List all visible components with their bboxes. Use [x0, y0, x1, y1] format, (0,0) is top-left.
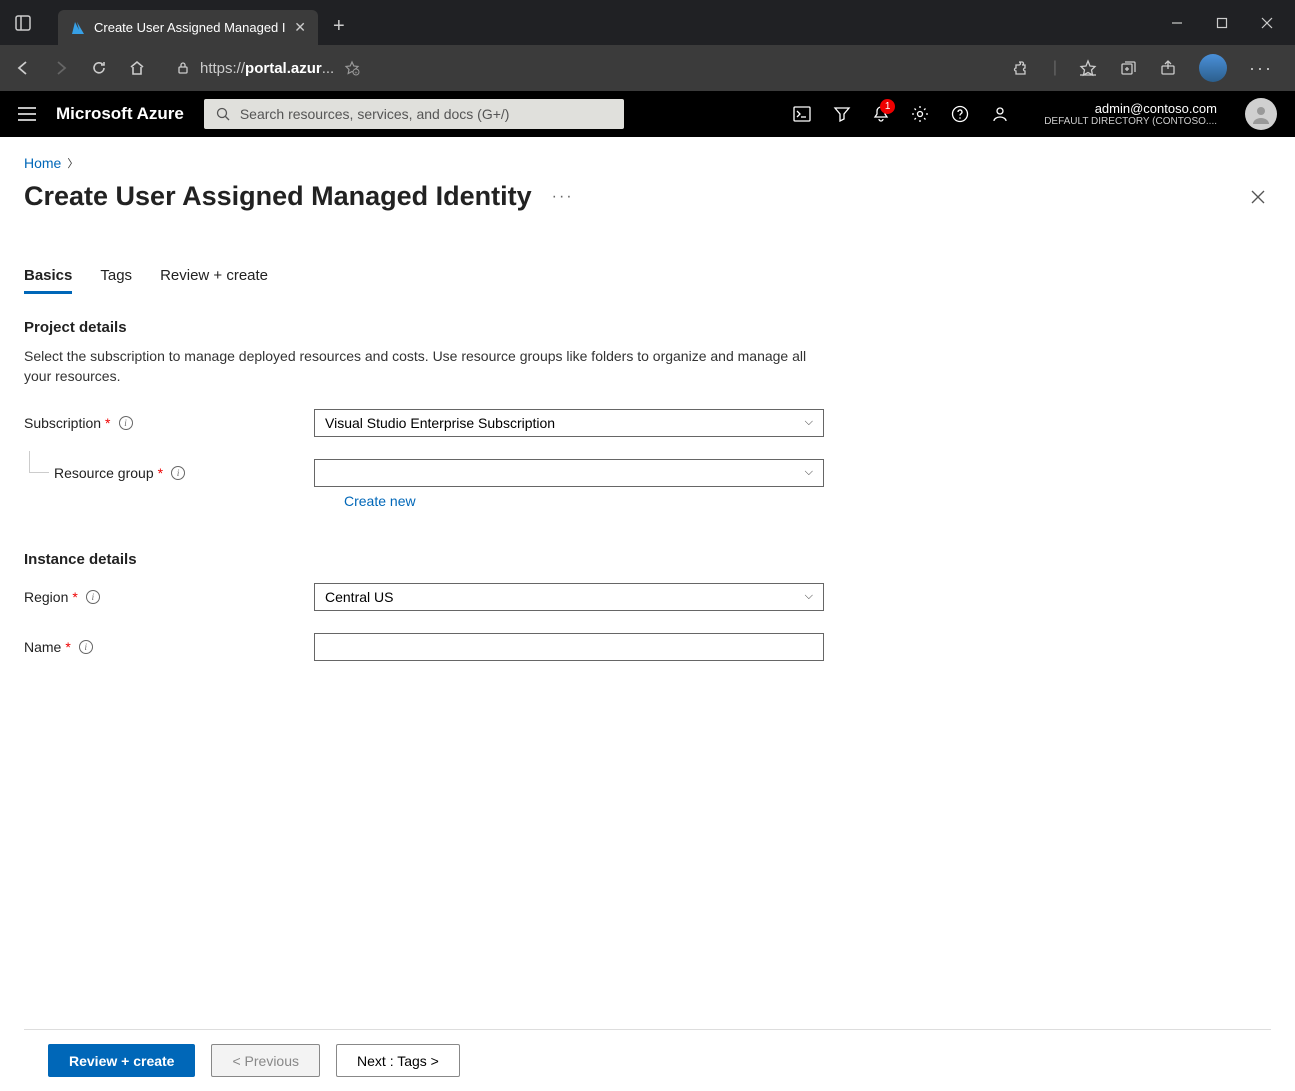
- section-instance-details: Instance details Region * i Central US ⌵…: [24, 551, 834, 661]
- home-button[interactable]: [128, 59, 146, 77]
- button-next[interactable]: Next : Tags >: [336, 1044, 460, 1077]
- project-details-description: Select the subscription to manage deploy…: [24, 346, 834, 387]
- row-name: Name * i: [24, 633, 834, 661]
- new-tab-button[interactable]: +: [333, 15, 345, 38]
- select-region[interactable]: Central US ⌵: [314, 583, 824, 611]
- lock-icon: [176, 61, 190, 75]
- chevron-down-icon: ⌵: [805, 590, 813, 603]
- footer: Review + create < Previous Next : Tags >: [24, 1029, 1271, 1091]
- collections-icon[interactable]: [1119, 59, 1137, 77]
- tree-line: [29, 451, 49, 473]
- notification-badge: 1: [880, 99, 895, 114]
- browser-menu-icon[interactable]: ···: [1249, 58, 1273, 79]
- page-menu-icon[interactable]: ···: [552, 188, 574, 206]
- info-icon[interactable]: i: [79, 640, 93, 654]
- search-placeholder: Search resources, services, and docs (G+…: [240, 106, 510, 122]
- breadcrumb-home[interactable]: Home: [24, 155, 61, 171]
- row-subscription: Subscription * i Visual Studio Enterpris…: [24, 409, 834, 437]
- page-header: Create User Assigned Managed Identity ··…: [24, 181, 1271, 212]
- select-subscription[interactable]: Visual Studio Enterprise Subscription ⌵: [314, 409, 824, 437]
- required-indicator: *: [158, 465, 163, 481]
- browser-titlebar: Create User Assigned Managed I ✕ +: [0, 0, 1295, 45]
- azure-logo[interactable]: Microsoft Azure: [56, 104, 184, 124]
- chevron-down-icon: ⌵: [805, 416, 813, 429]
- user-avatar[interactable]: [1245, 98, 1277, 130]
- input-name[interactable]: [314, 633, 824, 661]
- url-bar[interactable]: https://portal.azur... +: [166, 60, 370, 77]
- info-icon[interactable]: i: [119, 416, 133, 430]
- section-project-details: Project details Select the subscription …: [24, 319, 834, 511]
- favorite-icon[interactable]: +: [344, 60, 360, 76]
- hamburger-menu-icon[interactable]: [18, 107, 36, 121]
- refresh-button[interactable]: [90, 59, 108, 77]
- extensions-icon[interactable]: [1013, 59, 1031, 77]
- maximize-button[interactable]: [1212, 13, 1232, 33]
- tab-tags[interactable]: Tags: [100, 267, 132, 294]
- azure-tab-icon: [70, 20, 86, 36]
- user-info[interactable]: admin@contoso.com DEFAULT DIRECTORY (CON…: [1044, 101, 1217, 127]
- window-controls: [1167, 13, 1287, 33]
- tab-actions-icon[interactable]: [8, 8, 38, 38]
- project-details-heading: Project details: [24, 319, 834, 336]
- page-close-icon[interactable]: [1245, 184, 1271, 210]
- tabs: Basics Tags Review + create: [24, 267, 1271, 294]
- user-email: admin@contoso.com: [1044, 101, 1217, 116]
- settings-icon[interactable]: [911, 105, 929, 123]
- minimize-button[interactable]: [1167, 13, 1187, 33]
- row-resource-group: Resource group * i ⌵: [54, 459, 834, 487]
- label-region: Region * i: [24, 589, 314, 605]
- chevron-down-icon: ⌵: [805, 466, 813, 479]
- back-button[interactable]: [14, 59, 32, 77]
- label-subscription: Subscription * i: [24, 415, 314, 431]
- required-indicator: *: [105, 415, 110, 431]
- instance-details-heading: Instance details: [24, 551, 834, 568]
- url-text: https://portal.azur...: [200, 60, 334, 77]
- browser-tab[interactable]: Create User Assigned Managed I ✕: [58, 10, 318, 45]
- user-directory: DEFAULT DIRECTORY (CONTOSO....: [1044, 116, 1217, 127]
- svg-text:+: +: [355, 71, 358, 77]
- required-indicator: *: [72, 589, 77, 605]
- select-resource-group[interactable]: ⌵: [314, 459, 824, 487]
- search-input[interactable]: Search resources, services, and docs (G+…: [204, 99, 624, 129]
- notifications-icon[interactable]: 1: [873, 105, 889, 123]
- info-icon[interactable]: i: [171, 466, 185, 480]
- tab-title: Create User Assigned Managed I: [94, 20, 286, 35]
- chevron-right-icon: 〉: [67, 155, 78, 171]
- browser-profile-avatar[interactable]: [1199, 54, 1227, 82]
- azure-header: Microsoft Azure Search resources, servic…: [0, 91, 1295, 137]
- help-icon[interactable]: [951, 105, 969, 123]
- directory-filter-icon[interactable]: [833, 106, 851, 122]
- label-resource-group: Resource group * i: [54, 465, 314, 481]
- tab-review-create[interactable]: Review + create: [160, 267, 268, 294]
- button-review-create[interactable]: Review + create: [48, 1044, 195, 1077]
- info-icon[interactable]: i: [86, 590, 100, 604]
- tab-close-icon[interactable]: ✕: [294, 19, 306, 36]
- browser-toolbar: https://portal.azur... + | ···: [0, 45, 1295, 91]
- required-indicator: *: [65, 639, 70, 655]
- favorites-icon[interactable]: [1079, 59, 1097, 77]
- button-previous: < Previous: [211, 1044, 320, 1077]
- breadcrumb: Home 〉: [24, 155, 1271, 171]
- link-create-new-resource-group[interactable]: Create new: [344, 493, 416, 509]
- share-icon[interactable]: [1159, 59, 1177, 77]
- page-title: Create User Assigned Managed Identity: [24, 181, 532, 212]
- label-name: Name * i: [24, 639, 314, 655]
- forward-button[interactable]: [52, 59, 70, 77]
- feedback-icon[interactable]: [991, 105, 1009, 123]
- window-close-button[interactable]: [1257, 13, 1277, 33]
- cloud-shell-icon[interactable]: [793, 106, 811, 122]
- row-region: Region * i Central US ⌵: [24, 583, 834, 611]
- tab-basics[interactable]: Basics: [24, 267, 72, 294]
- page-content: Home 〉 Create User Assigned Managed Iden…: [0, 137, 1295, 1091]
- search-icon: [216, 107, 230, 121]
